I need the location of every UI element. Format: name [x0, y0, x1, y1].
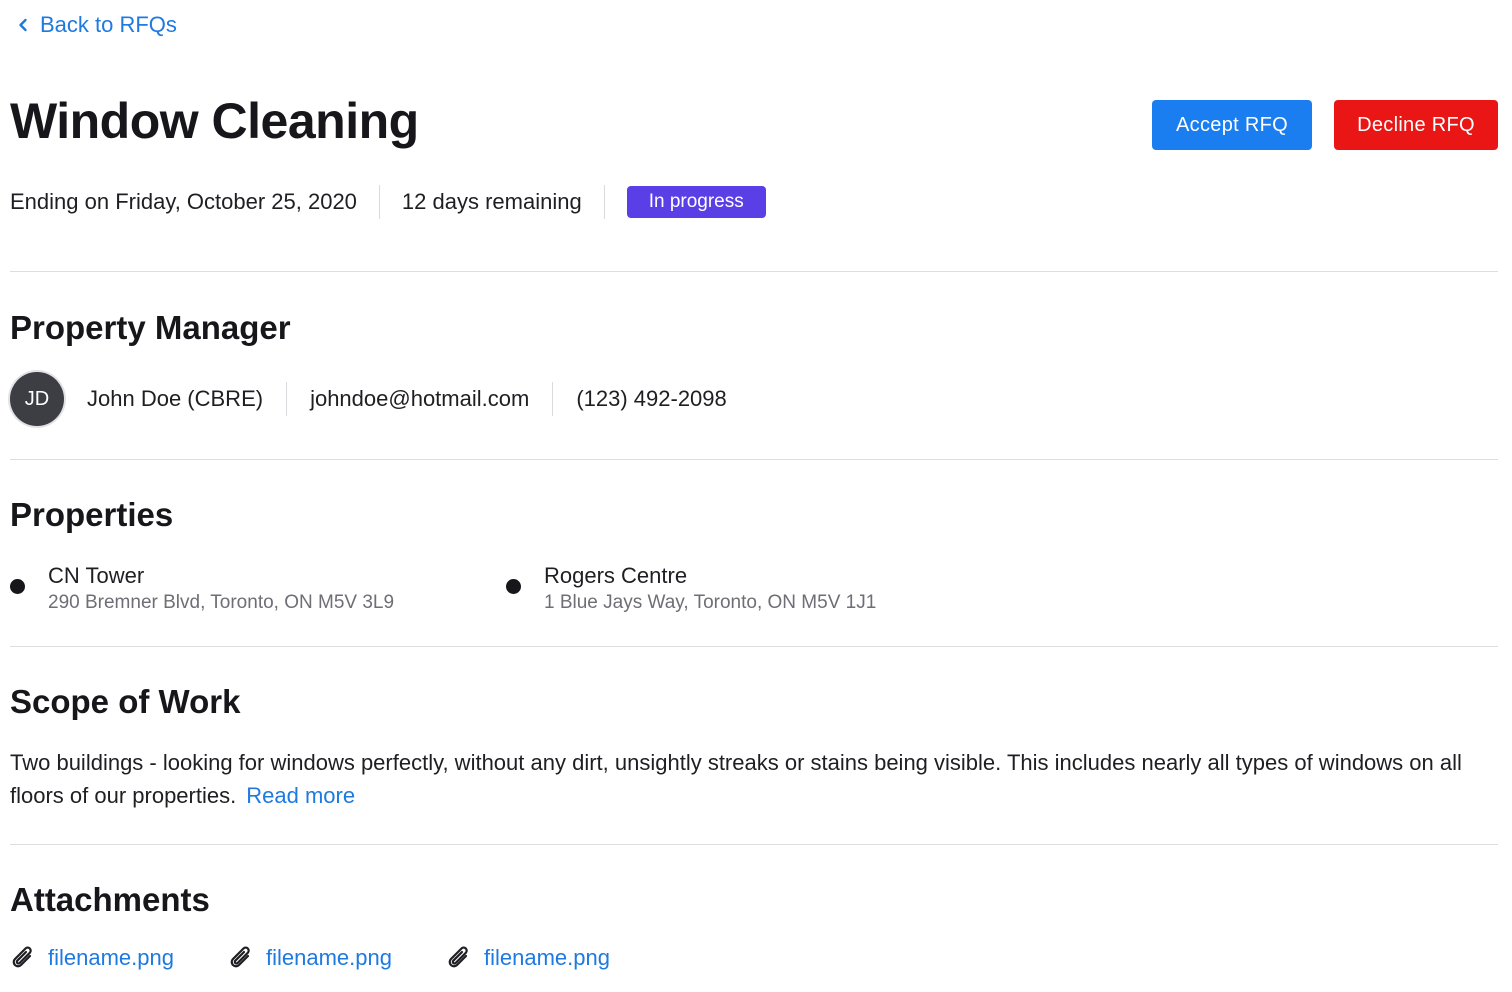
read-more-link[interactable]: Read more — [246, 783, 355, 808]
accept-rfq-button[interactable]: Accept RFQ — [1152, 100, 1312, 150]
attachments-list: filename.png filename.png filename.png — [10, 944, 610, 972]
section-divider — [10, 844, 1498, 845]
scope-text: Two buildings - looking for windows perf… — [10, 750, 1462, 808]
attachment-link[interactable]: filename.png — [446, 944, 610, 972]
status-badge: In progress — [626, 186, 766, 218]
property-address: 290 Bremner Blvd, Toronto, ON M5V 3L9 — [48, 592, 395, 613]
rfq-meta: Ending on Friday, October 25, 2020 12 da… — [10, 185, 766, 219]
property-name: Rogers Centre — [544, 563, 688, 588]
paperclip-icon — [230, 946, 250, 968]
paperclip-icon — [448, 946, 468, 968]
properties-heading: Properties — [10, 496, 174, 533]
days-remaining: 12 days remaining — [401, 189, 582, 214]
section-divider — [10, 459, 1498, 460]
manager-name: John Doe (CBRE) — [87, 386, 264, 411]
property-item: Rogers Centre 1 Blue Jays Way, Toronto, … — [506, 562, 876, 616]
back-to-rfqs-link[interactable]: Back to RFQs — [16, 12, 177, 38]
section-divider — [10, 646, 1498, 647]
pm-divider — [552, 382, 554, 416]
attachment-link[interactable]: filename.png — [228, 944, 392, 972]
back-link-label: Back to RFQs — [40, 12, 177, 37]
property-name: CN Tower — [48, 563, 145, 588]
rfq-actions: Accept RFQ Decline RFQ — [1152, 100, 1498, 150]
manager-phone: (123) 492-2098 — [576, 386, 727, 411]
attachment-link[interactable]: filename.png — [10, 944, 174, 972]
bullet-icon — [506, 579, 521, 594]
attachment-filename: filename.png — [48, 945, 174, 970]
property-item: CN Tower 290 Bremner Blvd, Toronto, ON M… — [10, 562, 394, 616]
page-title: Window Cleaning — [10, 93, 419, 149]
chevron-left-icon — [19, 18, 27, 32]
meta-divider — [378, 185, 380, 219]
decline-rfq-button[interactable]: Decline RFQ — [1334, 100, 1498, 150]
attachment-filename: filename.png — [265, 945, 392, 970]
paperclip-icon — [12, 946, 32, 968]
scope-description: Two buildings - looking for windows perf… — [10, 746, 1505, 812]
property-address: 1 Blue Jays Way, Toronto, ON M5V 1J1 — [544, 592, 877, 613]
attachment-filename: filename.png — [483, 945, 610, 970]
property-manager-heading: Property Manager — [10, 309, 291, 346]
ending-date: Ending on Friday, October 25, 2020 — [10, 189, 357, 214]
manager-email: johndoe@hotmail.com — [310, 386, 530, 411]
meta-divider — [603, 185, 605, 219]
bullet-icon — [10, 579, 25, 594]
attachments-heading: Attachments — [10, 881, 210, 918]
scope-of-work-heading: Scope of Work — [10, 683, 241, 720]
property-manager-row: JD John Doe (CBRE) johndoe@hotmail.com (… — [10, 372, 727, 426]
pm-divider — [286, 382, 288, 416]
avatar: JD — [10, 372, 64, 426]
section-divider — [10, 271, 1498, 272]
